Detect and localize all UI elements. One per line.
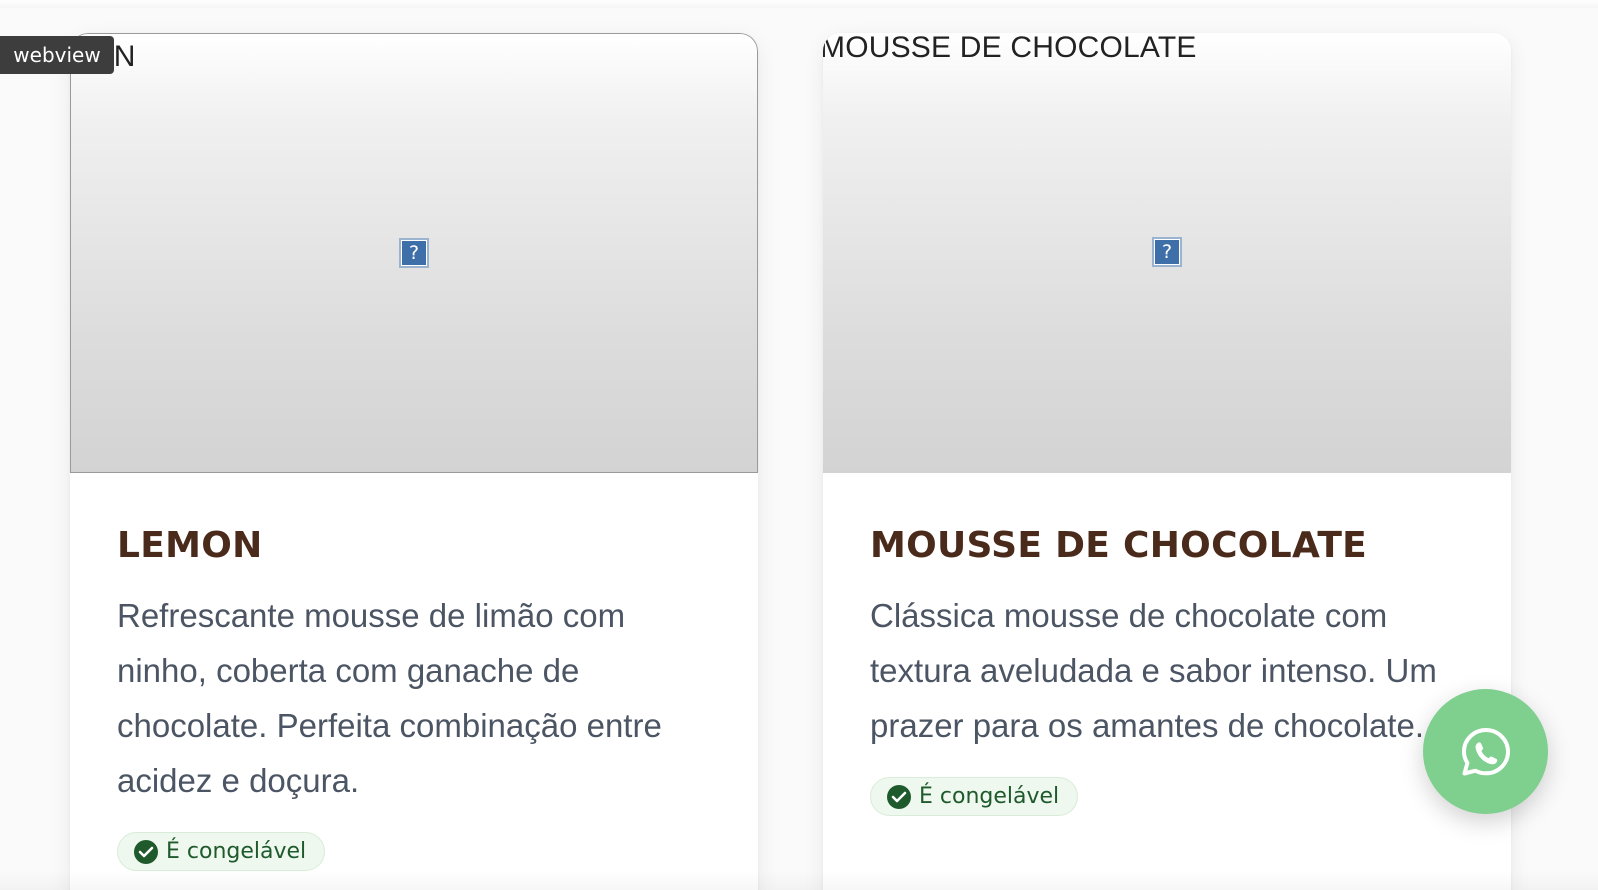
freezable-badge: É congelável <box>870 777 1079 816</box>
product-card-mousse-de-chocolate[interactable]: MOUSSE DE CHOCOLATE ? MOUSSE DE CHOCOLAT… <box>823 33 1511 890</box>
product-description: Clássica mousse de chocolate com textura… <box>870 597 1437 744</box>
product-title: LEMON <box>117 525 263 566</box>
broken-image-icon: ? <box>399 238 429 268</box>
top-strip <box>0 0 1598 8</box>
page: webview MON ? LEMON Refrescante mousse d… <box>0 0 1598 890</box>
product-description: Refrescante mousse de limão com ninho, c… <box>117 597 662 799</box>
card-body: LEMON Refrescante mousse de limão com ni… <box>70 473 758 871</box>
product-title: MOUSSE DE CHOCOLATE <box>870 525 1368 566</box>
check-circle-icon <box>134 839 158 864</box>
whatsapp-icon <box>1461 727 1510 775</box>
product-card-lemon[interactable]: MON ? LEMON Refrescante mousse de limão … <box>70 33 758 890</box>
badge-label: É congelável <box>919 784 1060 809</box>
webview-debug-tag: webview <box>0 36 114 74</box>
bottom-fade <box>0 870 1598 890</box>
whatsapp-button[interactable] <box>1423 689 1548 814</box>
broken-image-icon: ? <box>1152 237 1182 267</box>
card-body: MOUSSE DE CHOCOLATE Clássica mousse de c… <box>823 473 1511 816</box>
freezable-badge: É congelável <box>117 832 326 871</box>
image-alt-text: MOUSSE DE CHOCOLATE <box>823 33 1197 64</box>
product-image-mousse-de-chocolate: MOUSSE DE CHOCOLATE ? <box>823 33 1511 473</box>
product-image-lemon: MON ? <box>70 33 758 473</box>
check-circle-icon <box>887 784 911 809</box>
badge-label: É congelável <box>166 839 307 864</box>
